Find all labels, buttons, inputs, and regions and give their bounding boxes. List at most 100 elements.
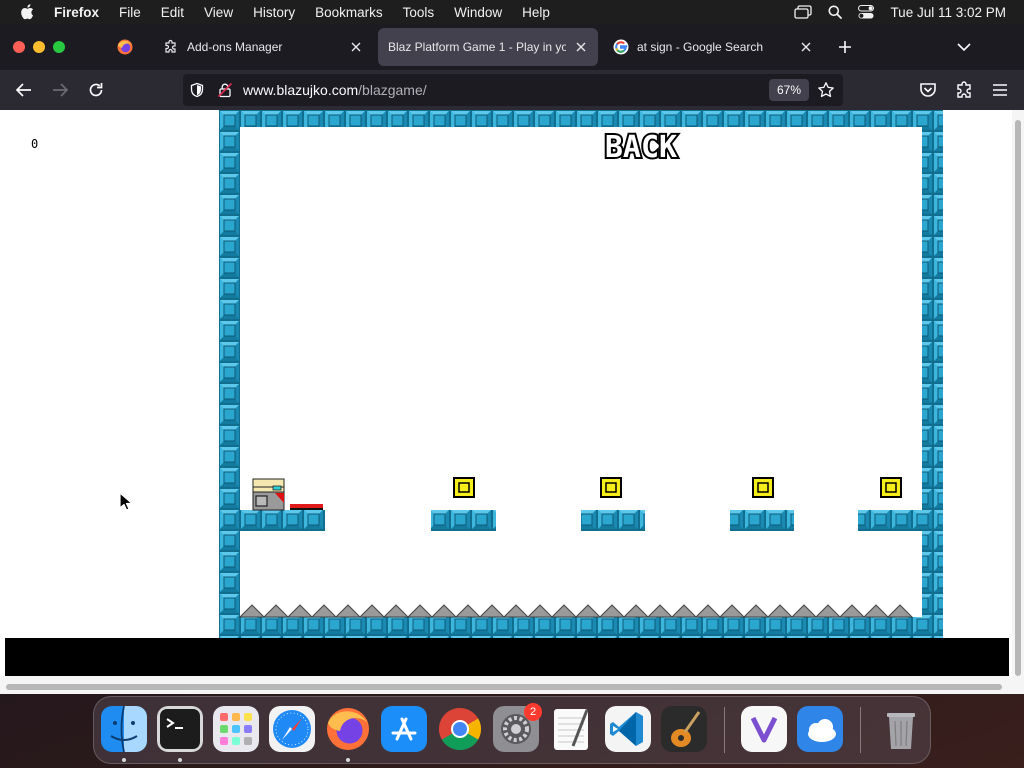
new-tab-plus-icon[interactable] xyxy=(837,39,853,55)
launchpad-icon[interactable] xyxy=(213,706,259,752)
url-text[interactable]: www.blazujko.com/blazgame/ xyxy=(243,82,427,98)
dock-separator xyxy=(724,707,725,753)
forward-arrow-icon[interactable] xyxy=(50,80,70,100)
zoom-window-button[interactable] xyxy=(53,41,65,53)
score-counter: 0 xyxy=(31,137,39,151)
spike xyxy=(238,604,266,618)
spike xyxy=(790,604,818,618)
spike xyxy=(742,604,770,618)
bookmark-star-icon[interactable] xyxy=(817,81,835,99)
spike xyxy=(646,604,674,618)
coin xyxy=(752,477,774,498)
app-store-icon[interactable] xyxy=(381,706,427,752)
chrome-icon[interactable] xyxy=(437,706,483,752)
menu-tools[interactable]: Tools xyxy=(403,5,435,20)
running-indicator xyxy=(122,758,126,762)
platform xyxy=(431,510,496,531)
spike-row xyxy=(238,604,914,618)
reload-icon[interactable] xyxy=(86,80,106,100)
tab-label: at sign - Google Search xyxy=(637,40,764,54)
window-controls xyxy=(13,41,65,53)
menu-help[interactable]: Help xyxy=(522,5,550,20)
control-center-icon[interactable] xyxy=(858,5,875,19)
platform xyxy=(858,510,922,531)
vertical-scrollbar[interactable] xyxy=(1012,110,1024,694)
insecure-lock-icon[interactable] xyxy=(217,82,233,98)
horizontal-scrollbar[interactable] xyxy=(0,676,1012,694)
close-tab-icon[interactable] xyxy=(574,40,588,54)
spike xyxy=(766,604,794,618)
vertical-scroll-thumb[interactable] xyxy=(1015,120,1021,676)
tab-blaz-platform-game[interactable]: Blaz Platform Game 1 - Play in your b xyxy=(378,28,598,66)
safari-icon[interactable] xyxy=(269,706,315,752)
trash-icon[interactable] xyxy=(878,706,924,752)
hamburger-menu-icon[interactable] xyxy=(990,80,1010,100)
close-tab-icon[interactable] xyxy=(349,40,363,54)
menu-view[interactable]: View xyxy=(204,5,233,20)
running-indicator xyxy=(346,758,350,762)
close-window-button[interactable] xyxy=(13,41,25,53)
spike xyxy=(454,604,482,618)
platform xyxy=(581,510,645,531)
spike xyxy=(838,604,866,618)
game-scene[interactable]: BACK xyxy=(219,110,943,638)
coin xyxy=(453,477,475,498)
tracking-protection-shield-icon[interactable] xyxy=(189,82,205,98)
garageband-icon[interactable] xyxy=(661,706,707,752)
terminal-icon[interactable] xyxy=(157,706,203,752)
menu-bookmarks[interactable]: Bookmarks xyxy=(315,5,383,20)
tab-google-search[interactable]: at sign - Google Search xyxy=(603,28,823,66)
visual-studio-icon[interactable] xyxy=(741,706,787,752)
pocket-icon[interactable] xyxy=(918,80,938,100)
coin xyxy=(880,477,902,498)
menu-history[interactable]: History xyxy=(253,5,295,20)
spike xyxy=(814,604,842,618)
apple-menu-icon[interactable] xyxy=(20,4,34,20)
vscode-icon[interactable] xyxy=(605,706,651,752)
firefox-icon[interactable] xyxy=(325,706,371,752)
platform xyxy=(240,510,325,531)
game-canvas[interactable]: BACK xyxy=(219,110,943,638)
finder-icon[interactable] xyxy=(101,706,147,752)
url-bar[interactable]: www.blazujko.com/blazgame/ 67% xyxy=(183,74,843,106)
spike xyxy=(358,604,386,618)
menu-file[interactable]: File xyxy=(119,5,141,20)
menu-bar: Firefox File Edit View History Bookmarks… xyxy=(0,0,1024,24)
list-all-tabs-chevron-icon[interactable] xyxy=(956,40,972,54)
tab-label: Add-ons Manager xyxy=(187,40,283,54)
mouse-pointer-icon xyxy=(119,492,133,511)
floor xyxy=(219,617,943,638)
dock-separator xyxy=(860,707,861,753)
spike xyxy=(334,604,362,618)
screen-mirroring-icon[interactable] xyxy=(794,5,813,19)
menu-window[interactable]: Window xyxy=(454,5,502,20)
left-wall xyxy=(219,110,240,638)
google-icon xyxy=(613,39,629,55)
tab-label: Blaz Platform Game 1 - Play in your b xyxy=(388,40,566,54)
textedit-icon[interactable] xyxy=(549,706,595,752)
extensions-puzzle-icon[interactable] xyxy=(954,80,974,100)
back-arrow-icon[interactable] xyxy=(14,80,34,100)
spike xyxy=(502,604,530,618)
close-tab-icon[interactable] xyxy=(799,40,813,54)
coins-group xyxy=(453,477,902,498)
minimize-window-button[interactable] xyxy=(33,41,45,53)
firefox-view-icon[interactable] xyxy=(117,39,133,55)
right-wall xyxy=(922,110,943,638)
spotlight-search-icon[interactable] xyxy=(828,5,843,19)
page-content: 0 BACK xyxy=(0,110,1024,694)
running-indicator xyxy=(178,758,182,762)
spring-pad xyxy=(290,504,323,510)
back-button[interactable]: BACK xyxy=(597,128,685,167)
horizontal-scroll-thumb[interactable] xyxy=(6,684,1002,690)
menu-edit[interactable]: Edit xyxy=(161,5,184,20)
coin xyxy=(600,477,622,498)
tab-addons-manager[interactable]: Add-ons Manager xyxy=(153,28,373,66)
spike xyxy=(310,604,338,618)
menubar-clock[interactable]: Tue Jul 11 3:02 PM xyxy=(890,5,1006,20)
weather-icon[interactable] xyxy=(797,706,843,752)
top-wall xyxy=(219,110,943,127)
notification-badge: 2 xyxy=(524,703,542,721)
menu-app-name[interactable]: Firefox xyxy=(54,5,99,20)
zoom-level-badge[interactable]: 67% xyxy=(769,79,810,101)
